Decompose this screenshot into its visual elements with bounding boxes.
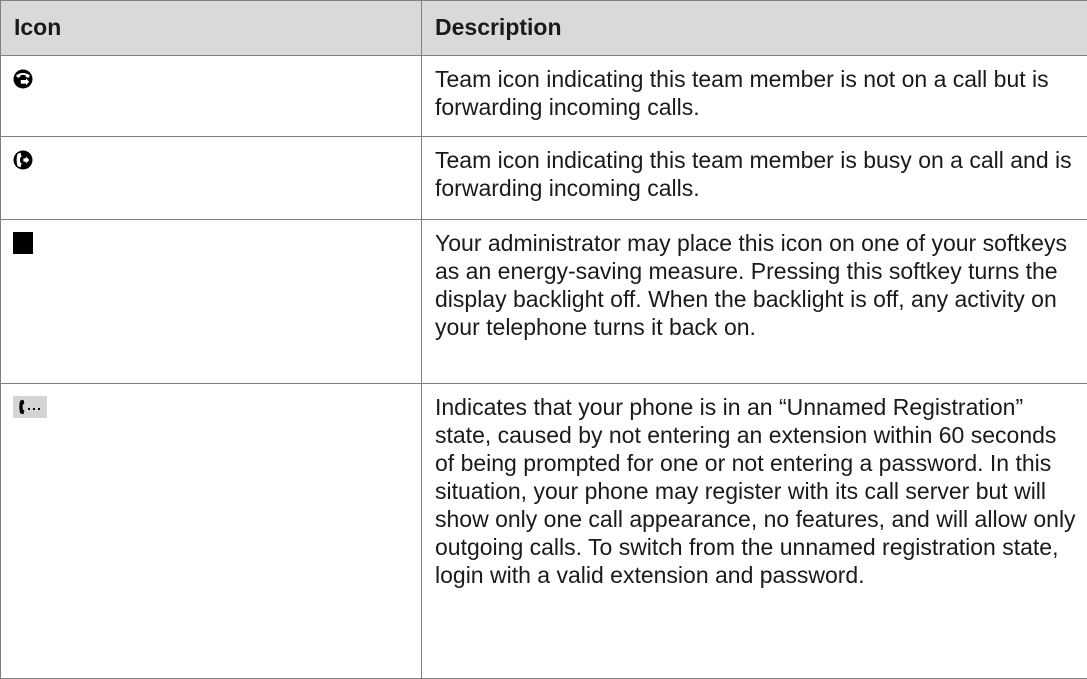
description-column-header: Description: [422, 1, 1087, 56]
icon-cell: [1, 384, 422, 679]
description-cell: Team icon indicating this team member is…: [422, 137, 1087, 220]
backlight-off-moon-icon: [13, 232, 39, 258]
icon-column-header: Icon: [1, 1, 422, 56]
description-cell: Team icon indicating this team member is…: [422, 56, 1087, 137]
team-busy-forwarding-icon: [13, 149, 39, 175]
icon-cell: [1, 220, 422, 384]
table-header-row: Icon Description: [1, 1, 1087, 56]
unnamed-registration-handset-icon: [13, 396, 39, 422]
description-cell: Indicates that your phone is in an “Unna…: [422, 384, 1087, 679]
icon-cell: [1, 137, 422, 220]
table-row: Your administrator may place this icon o…: [1, 220, 1087, 384]
table-row: Team icon indicating this team member is…: [1, 137, 1087, 220]
team-forwarding-icon: [13, 68, 39, 94]
icon-cell: [1, 56, 422, 137]
table-row: Team icon indicating this team member is…: [1, 56, 1087, 137]
table-row: Indicates that your phone is in an “Unna…: [1, 384, 1087, 679]
icon-description-table: Icon Description Team icon indicating th…: [0, 0, 1087, 679]
description-cell: Your administrator may place this icon o…: [422, 220, 1087, 384]
